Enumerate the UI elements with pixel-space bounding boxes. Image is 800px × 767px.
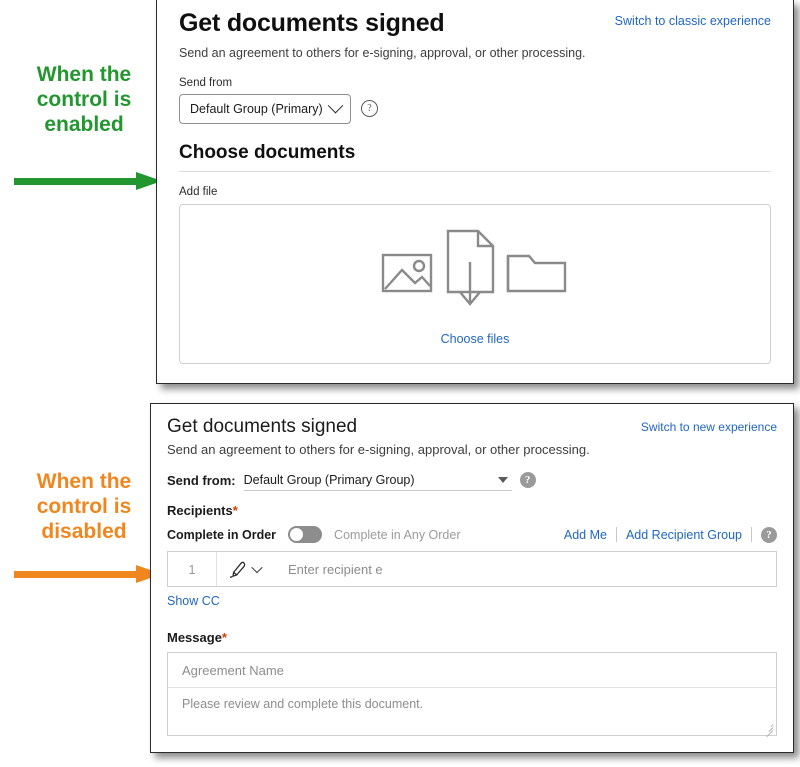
required-asterisk: *: [221, 630, 227, 645]
send-from-label: Send from:: [167, 472, 236, 488]
new-experience-header: Get documents signed Switch to classic e…: [179, 9, 771, 38]
chevron-down-icon: [497, 476, 508, 483]
complete-in-any-order-label: Complete in Any Order: [334, 527, 461, 542]
chevron-down-icon: [251, 561, 263, 574]
message-textarea-placeholder: Please review and complete this document…: [182, 697, 424, 711]
message-textarea[interactable]: Please review and complete this document…: [168, 688, 776, 738]
annotation-disabled: When the control is disabled: [4, 470, 164, 544]
annotation-enabled-line-2: control is: [36, 87, 132, 111]
switch-to-new-experience-link[interactable]: Switch to new experience: [641, 420, 777, 434]
document-upload-icon: [446, 229, 495, 306]
complete-in-order-label: Complete in Order: [167, 527, 277, 542]
annotation-enabled: When the control is enabled: [4, 63, 164, 137]
recipient-index: 1: [168, 552, 217, 586]
recipient-row: 1 Enter recipient e: [167, 551, 777, 587]
agreement-name-input[interactable]: Agreement Name: [168, 653, 776, 688]
add-me-link[interactable]: Add Me: [564, 528, 607, 542]
recipient-email-input[interactable]: Enter recipient e: [274, 552, 776, 586]
classic-experience-panel: Get documents signed Switch to new exper…: [150, 403, 794, 753]
choose-files-link[interactable]: Choose files: [441, 332, 510, 346]
image-icon: [381, 253, 433, 292]
annotation-disabled-line-2: control is: [36, 494, 132, 518]
arrow-shaft: [14, 571, 138, 578]
message-label: Message*: [167, 630, 777, 645]
classic-experience-header: Get documents signed Switch to new exper…: [167, 416, 777, 438]
send-from-row: Default Group (Primary) ?: [179, 93, 771, 124]
annotation-disabled-line-3: disabled: [41, 519, 127, 543]
annotation-enabled-line-1: When the: [36, 63, 132, 86]
switch-to-classic-experience-link[interactable]: Switch to classic experience: [615, 14, 771, 28]
page-subtitle: Send an agreement to others for e-signin…: [167, 442, 590, 457]
action-divider: [751, 527, 752, 542]
send-from-value: Default Group (Primary): [190, 101, 323, 116]
annotation-enabled-line-3: enabled: [44, 112, 124, 136]
screenshot-root: When the control is enabled When the con…: [0, 0, 800, 767]
arrow-shaft: [14, 178, 138, 185]
file-dropzone[interactable]: Choose files: [179, 203, 771, 364]
send-from-label: Send from: [179, 76, 233, 89]
annotation-enabled-arrow-icon: [14, 172, 162, 190]
help-circle-icon[interactable]: ?: [361, 100, 378, 117]
annotation-disabled-arrow-icon: [14, 565, 162, 583]
send-from-select[interactable]: Default Group (Primary): [179, 93, 351, 124]
recipients-label-text: Recipients: [167, 503, 233, 518]
recipients-label: Recipients*: [167, 503, 777, 518]
chevron-down-icon: [327, 97, 344, 114]
recipient-actions: Add Me Add Recipient Group ?: [564, 526, 777, 543]
show-cc-link[interactable]: Show CC: [167, 594, 220, 608]
complete-in-order-toggle[interactable]: [288, 526, 323, 543]
message-label-text: Message: [167, 630, 222, 645]
dropzone-illustration: [377, 226, 573, 319]
send-from-select[interactable]: Default Group (Primary Group): [243, 469, 512, 491]
add-file-label: Add file: [179, 185, 218, 198]
resize-grip-icon[interactable]: [764, 723, 774, 738]
message-box: Agreement Name Please review and complet…: [167, 652, 777, 738]
annotation-disabled-line-1: When the: [36, 470, 132, 493]
toggle-knob: [290, 528, 304, 541]
section-divider: [179, 170, 771, 172]
send-from-value: Default Group (Primary Group): [243, 472, 415, 487]
recipient-role-selector[interactable]: [217, 552, 274, 586]
signature-pen-icon: [229, 561, 246, 578]
help-circle-icon[interactable]: ?: [761, 526, 777, 543]
recipient-order-row: Complete in Order Complete in Any Order …: [167, 526, 777, 543]
new-experience-panel: Get documents signed Switch to classic e…: [156, 0, 794, 384]
action-divider: [615, 527, 617, 542]
send-from-row: Send from: Default Group (Primary Group)…: [167, 469, 777, 491]
choose-documents-heading: Choose documents: [179, 141, 356, 163]
folder-icon: [506, 254, 567, 292]
add-recipient-group-link[interactable]: Add Recipient Group: [626, 528, 742, 542]
required-asterisk: *: [232, 503, 238, 518]
page-subtitle: Send an agreement to others for e-signin…: [179, 45, 586, 60]
help-circle-icon[interactable]: ?: [519, 472, 536, 488]
